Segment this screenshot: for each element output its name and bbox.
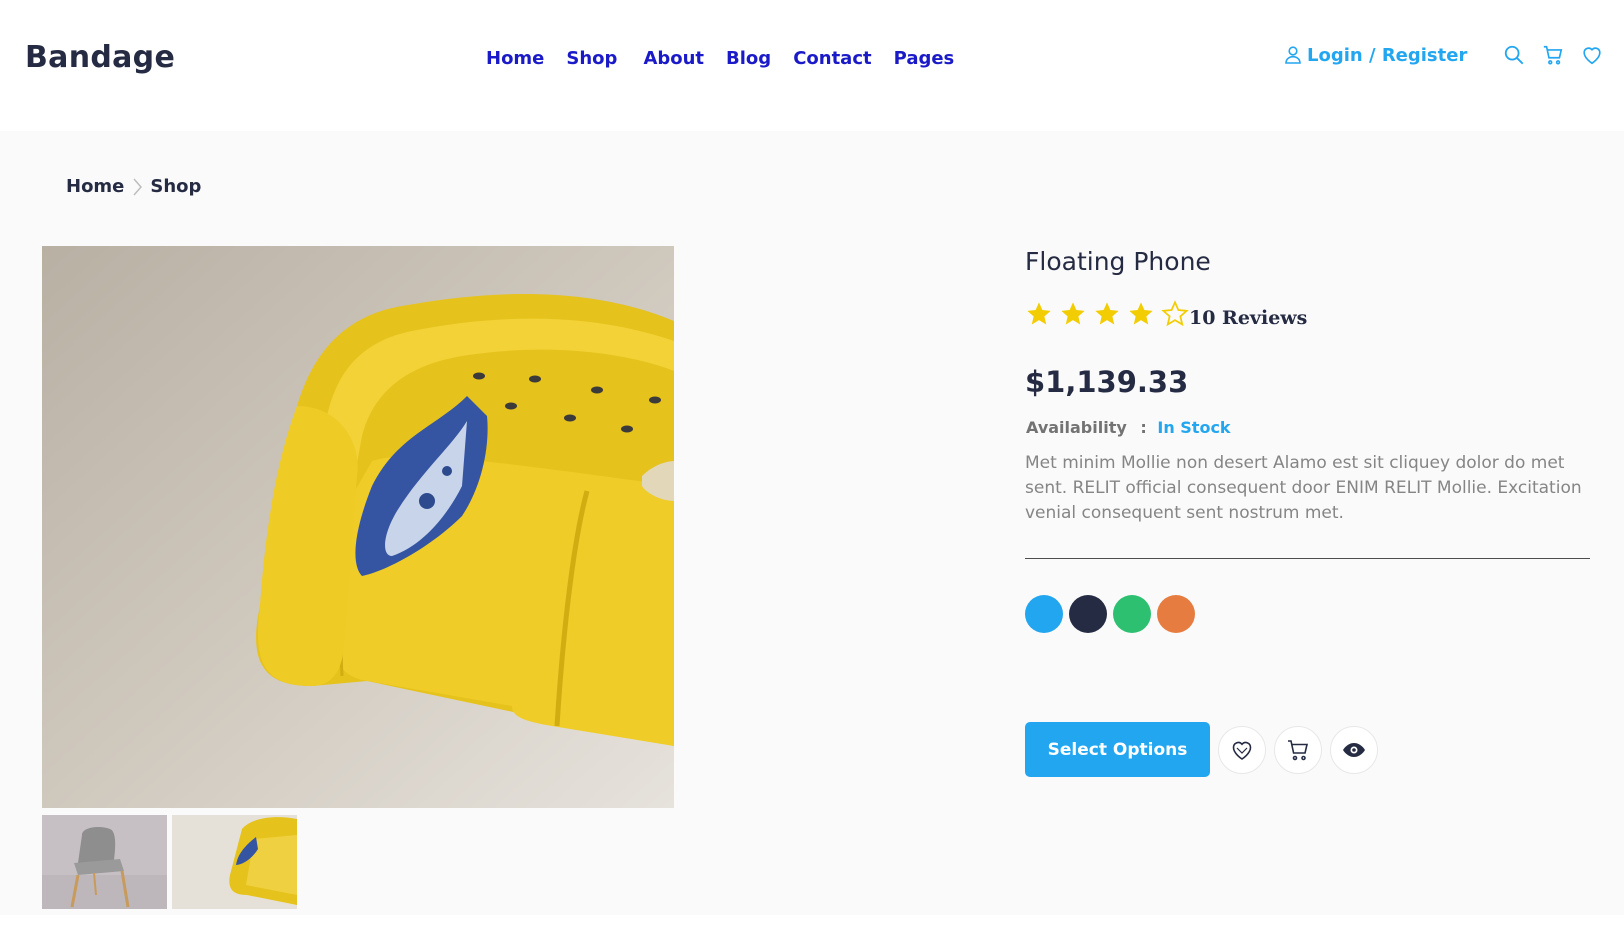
- star-filled-icon: [1027, 302, 1051, 325]
- brand-logo[interactable]: Bandage: [25, 40, 175, 75]
- reviews-count[interactable]: 10 Reviews: [1189, 307, 1307, 329]
- heart-icon: [1232, 741, 1252, 760]
- thumbnail-strip: [42, 815, 297, 909]
- cart-icon: [1288, 739, 1309, 760]
- product-description: Met minim Mollie non desert Alamo est si…: [1025, 453, 1582, 523]
- nav-pages[interactable]: Pages: [894, 48, 955, 69]
- chevron-right-icon: [133, 178, 143, 195]
- availability-label: Availability: [1026, 418, 1127, 437]
- product-title: Floating Phone: [1025, 247, 1211, 276]
- breadcrumb: Home Shop: [66, 176, 201, 197]
- yellow-sofa-image: [42, 246, 674, 808]
- user-icon: [1285, 46, 1301, 64]
- breadcrumb-home[interactable]: Home: [66, 176, 124, 197]
- product-price: $1,139.33: [1025, 365, 1189, 399]
- color-swatch-orange[interactable]: [1157, 595, 1195, 633]
- star-filled-icon: [1129, 302, 1153, 325]
- heart-icon[interactable]: [1581, 44, 1603, 66]
- header-actions: Login / Register: [1285, 44, 1603, 66]
- cart-icon[interactable]: [1542, 44, 1564, 66]
- nav-shop[interactable]: Shop: [566, 48, 617, 69]
- quick-view-button[interactable]: [1330, 725, 1378, 774]
- thumbnail-sofa[interactable]: [172, 815, 297, 909]
- nav-home[interactable]: Home: [486, 48, 544, 69]
- nav-blog[interactable]: Blog: [726, 48, 771, 69]
- color-swatch-green[interactable]: [1113, 595, 1151, 633]
- product-section: Home Shop Floating Phone 10 Reviews $1,1…: [0, 131, 1624, 915]
- product-main-image[interactable]: [42, 246, 674, 808]
- color-swatch-blue[interactable]: [1025, 595, 1063, 633]
- availability-status: In Stock: [1157, 418, 1231, 437]
- add-to-cart-button[interactable]: [1274, 725, 1322, 774]
- divider: [1025, 558, 1590, 559]
- product-rating: 10 Reviews: [1025, 299, 1307, 329]
- star-filled-icon: [1061, 302, 1085, 325]
- star-filled-icon: [1095, 302, 1119, 325]
- color-swatches: [1025, 595, 1195, 633]
- breadcrumb-shop[interactable]: Shop: [150, 176, 201, 197]
- login-register-label: Login / Register: [1307, 44, 1468, 66]
- nav-about[interactable]: About: [643, 48, 704, 69]
- site-header: Bandage Home Shop About Blog Contact Pag…: [0, 0, 1624, 131]
- thumbnail-chair[interactable]: [42, 815, 167, 909]
- star-empty-icon: [1161, 300, 1189, 327]
- nav-contact[interactable]: Contact: [793, 48, 871, 69]
- search-icon[interactable]: [1503, 44, 1525, 66]
- availability: Availability : In Stock: [1026, 418, 1231, 437]
- availability-separator: :: [1140, 418, 1147, 437]
- header-icon-group: [1503, 44, 1603, 66]
- login-register-link[interactable]: Login / Register: [1285, 45, 1467, 66]
- product-actions: Select Options: [1025, 722, 1378, 777]
- select-options-button[interactable]: Select Options: [1025, 722, 1210, 777]
- color-swatch-navy[interactable]: [1069, 595, 1107, 633]
- eye-icon: [1343, 742, 1365, 757]
- wishlist-button[interactable]: [1218, 725, 1266, 774]
- main-nav: Home Shop About Blog Contact Pages: [486, 48, 954, 69]
